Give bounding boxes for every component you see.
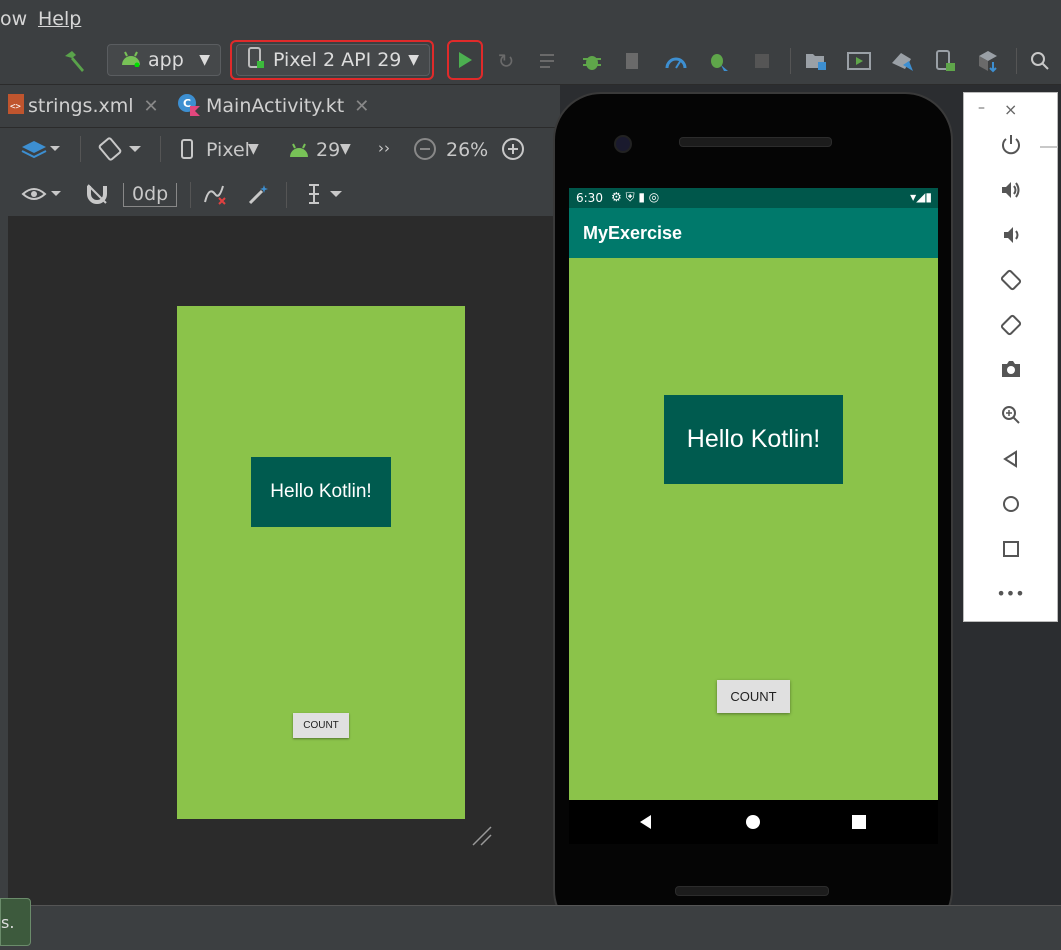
- status-bar: [0, 905, 1061, 950]
- speaker-grille: [679, 137, 832, 147]
- preview-count-button[interactable]: COUNT: [293, 713, 349, 738]
- module-select[interactable]: app ▼: [107, 44, 221, 76]
- more-icon[interactable]: •••: [963, 584, 1058, 603]
- close-icon[interactable]: ✕: [354, 96, 369, 117]
- sdk-manager-icon[interactable]: [888, 46, 916, 76]
- default-margin-field[interactable]: 0dp: [123, 183, 177, 207]
- xml-file-icon: <>: [6, 93, 28, 120]
- notification-balloon[interactable]: s.: [0, 898, 31, 946]
- zoom-icon[interactable]: [963, 404, 1058, 426]
- menu-help-label: Help: [38, 8, 82, 30]
- chevron-down-icon[interactable]: ▼: [248, 141, 259, 157]
- emulator-count-button[interactable]: COUNT: [717, 680, 790, 713]
- left-gutter: [0, 128, 8, 905]
- home-icon[interactable]: [963, 494, 1058, 514]
- more-options[interactable]: ››: [378, 139, 390, 157]
- kotlin-file-icon: C: [176, 92, 202, 121]
- module-label: app: [148, 49, 184, 71]
- camera-icon[interactable]: [963, 359, 1058, 379]
- stop-icon[interactable]: [748, 46, 776, 76]
- apply-code-icon[interactable]: [536, 46, 564, 76]
- zoom-in-icon[interactable]: [500, 136, 526, 162]
- rotate-left-icon[interactable]: [963, 268, 1058, 292]
- api-level-select[interactable]: 29: [316, 139, 340, 161]
- front-camera: [614, 135, 632, 153]
- chevron-down-icon: ▼: [199, 52, 210, 68]
- layout-preview[interactable]: [177, 306, 465, 819]
- bottom-speaker-grille: [675, 886, 829, 896]
- clear-constraints-icon[interactable]: [200, 180, 230, 208]
- profile-icon[interactable]: [620, 46, 648, 76]
- sync-project-icon[interactable]: [802, 46, 830, 76]
- nav-back-icon[interactable]: [634, 810, 658, 834]
- search-icon[interactable]: [1026, 46, 1054, 76]
- build-hammer-icon[interactable]: [60, 46, 90, 76]
- zoom-out-icon[interactable]: [412, 136, 438, 162]
- layers-icon[interactable]: [18, 134, 64, 164]
- design-device-select[interactable]: Pixel: [206, 139, 250, 161]
- magnet-off-icon[interactable]: [84, 180, 110, 208]
- power-icon[interactable]: [963, 134, 1058, 156]
- notification-text: s.: [1, 913, 15, 932]
- attach-debugger-icon[interactable]: [704, 46, 732, 76]
- menu-window[interactable]: ow: [0, 8, 27, 30]
- android-icon: [120, 49, 142, 72]
- profiler-gauge-icon[interactable]: [662, 46, 690, 76]
- tab-label: strings.xml: [28, 95, 134, 117]
- app-title: MyExercise: [583, 223, 683, 243]
- eye-icon[interactable]: [20, 180, 66, 208]
- back-icon[interactable]: [963, 449, 1058, 469]
- nav-overview-icon[interactable]: [847, 810, 871, 834]
- rotate-right-icon[interactable]: [963, 313, 1058, 337]
- device-select[interactable]: Pixel 2 API 29 ▼: [236, 44, 430, 76]
- emulator-window-icon[interactable]: [845, 46, 873, 76]
- zoom-level: 26%: [446, 139, 489, 161]
- panel-collapse-icon[interactable]: [1040, 146, 1058, 148]
- phone-device-icon: [178, 137, 196, 161]
- orientation-icon[interactable]: [96, 134, 144, 164]
- menu-bar: [0, 0, 1061, 38]
- default-margin-value: 0dp: [132, 183, 169, 205]
- chevron-down-icon[interactable]: ▼: [340, 141, 351, 157]
- close-icon[interactable]: ✕: [144, 96, 159, 117]
- phone-device-icon: [247, 46, 265, 74]
- device-label: Pixel 2 API 29: [273, 49, 402, 71]
- run-icon[interactable]: [449, 44, 481, 76]
- minimize-icon[interactable]: –: [978, 100, 985, 116]
- debug-icon[interactable]: [578, 46, 606, 76]
- apply-changes-icon[interactable]: ↻: [492, 46, 520, 76]
- close-icon[interactable]: ×: [1004, 100, 1017, 119]
- infer-constraints-wand-icon[interactable]: [246, 180, 272, 208]
- battery-signal-icon: ▾◢▮: [910, 190, 932, 204]
- android-icon: [286, 139, 312, 161]
- volume-down-icon[interactable]: [963, 224, 1058, 246]
- nav-home-icon[interactable]: [741, 810, 765, 834]
- status-time: 6:30: [576, 191, 603, 205]
- preview-hello-text[interactable]: Hello Kotlin!: [251, 457, 391, 527]
- tab-mainactivity-kt[interactable]: C MainActivity.kt ✕: [176, 85, 369, 127]
- volume-up-icon[interactable]: [963, 179, 1058, 201]
- tab-strings-xml[interactable]: <> strings.xml ✕: [6, 85, 159, 127]
- android-status-bar: 6:30 ⚙ ⛨ ▮ ◎ ▾◢▮: [569, 188, 938, 208]
- svg-text:C: C: [183, 97, 191, 110]
- resize-handle-icon[interactable]: [468, 822, 494, 848]
- guidelines-icon[interactable]: [304, 180, 346, 208]
- device-explorer-icon[interactable]: [974, 46, 1002, 76]
- tab-label: MainActivity.kt: [206, 95, 345, 117]
- menu-help[interactable]: Help: [38, 8, 81, 30]
- emulator-hello-text[interactable]: Hello Kotlin!: [664, 395, 843, 484]
- svg-text:<>: <>: [10, 102, 21, 112]
- notification-icons: ⚙ ⛨ ▮ ◎: [611, 190, 660, 204]
- chevron-down-icon: ▼: [408, 52, 419, 68]
- avd-manager-icon[interactable]: [931, 46, 959, 76]
- overview-icon[interactable]: [963, 539, 1058, 559]
